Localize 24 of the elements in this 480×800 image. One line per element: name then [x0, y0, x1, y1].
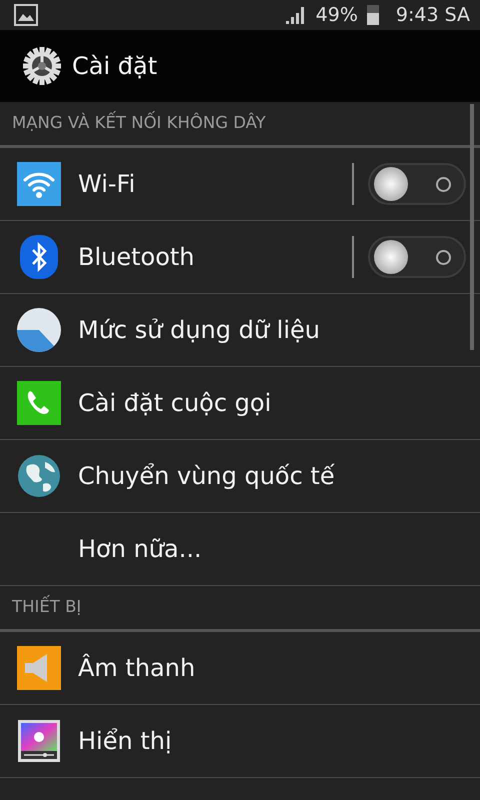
toggle-switch[interactable] [368, 236, 466, 278]
globe-icon [17, 454, 61, 498]
settings-row[interactable]: Hơn nữa... [0, 513, 480, 586]
settings-row[interactable]: Bluetooth [0, 221, 480, 294]
settings-row[interactable]: Mức sử dụng dữ liệu [0, 294, 480, 367]
speaker-icon [17, 646, 61, 690]
phone-icon [17, 381, 61, 425]
settings-row[interactable]: Âm thanh [0, 632, 480, 705]
battery-percent: 49% [316, 2, 358, 28]
display-icon [17, 719, 61, 763]
settings-row[interactable]: Chuyển vùng quốc tế [0, 440, 480, 513]
section-header: THIẾT BỊ [0, 586, 480, 632]
clock: 9:43 SA [396, 2, 470, 28]
bluetooth-icon [20, 235, 58, 279]
battery-icon [366, 4, 380, 26]
gear-icon [20, 44, 64, 88]
settings-row[interactable]: Hiển thị [0, 705, 480, 778]
picture-icon [14, 3, 38, 27]
settings-row[interactable]: Cài đặt cuộc gọi [0, 367, 480, 440]
pie-chart-icon [16, 307, 62, 353]
screen-title: Cài đặt [72, 51, 158, 82]
settings-row[interactable]: Wi-Fi [0, 148, 480, 221]
toggle-switch[interactable] [368, 163, 466, 205]
wifi-icon [17, 162, 61, 206]
